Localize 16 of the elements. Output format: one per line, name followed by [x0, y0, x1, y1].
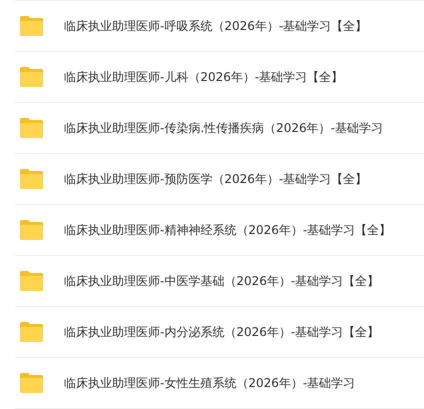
folder-name[interactable]: 临床执业助理医师-传染病.性传播疾病（2026年）-基础学习 — [64, 120, 384, 136]
folder-icon — [19, 321, 44, 343]
folder-icon — [19, 168, 44, 190]
folder-icon — [19, 219, 44, 241]
folder-name[interactable]: 临床执业助理医师-呼吸系统（2026年）-基础学习【全】 — [64, 18, 368, 34]
folder-icon — [19, 15, 44, 37]
folder-name[interactable]: 临床执业助理医师-儿科（2026年）-基础学习【全】 — [64, 68, 344, 86]
folder-icon — [19, 372, 44, 394]
folder-name[interactable]: 临床执业助理医师-预防医学（2026年）-基础学习【全】 — [64, 170, 368, 188]
folder-name[interactable]: 临床执业助理医师-精神神经系统（2026年）-基础学习【全】 — [64, 222, 392, 238]
folder-name[interactable]: 临床执业助理医师-内分泌系统（2026年）-基础学习【全】 — [64, 324, 380, 340]
folder-icon — [19, 117, 44, 139]
folder-name[interactable]: 临床执业助理医师-中医学基础（2026年）-基础学习【全】 — [64, 272, 380, 290]
folder-icon — [19, 270, 44, 292]
folder-icon — [19, 66, 44, 88]
folder-name[interactable]: 临床执业助理医师-女性生殖系统（2026年）-基础学习 — [64, 374, 356, 392]
